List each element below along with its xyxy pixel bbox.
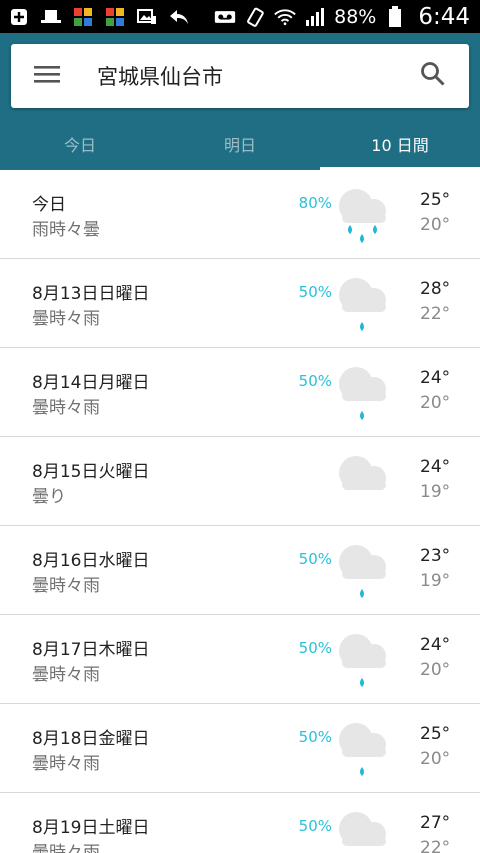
forecast-date: 8月13日日曜日: [32, 284, 150, 304]
app-header: 宮城県仙台市 今日 明日 10 日間: [0, 33, 480, 170]
wifi-icon: [274, 7, 296, 27]
cloud-light-rain-icon: [334, 803, 394, 853]
system-status: 88% 6:44: [214, 4, 470, 30]
image-icon: [136, 7, 158, 27]
app-icon-2: [104, 7, 126, 27]
temp-low: 19°: [420, 482, 451, 502]
forecast-row[interactable]: 8月15日火曜日 曇り 24° 19°: [0, 437, 480, 526]
search-button[interactable]: [397, 44, 469, 108]
cloud-light-rain-icon: [334, 269, 394, 333]
temp-low: 20°: [420, 660, 451, 680]
clock: 6:44: [418, 3, 470, 30]
forecast-condition: 曇時々雨: [32, 843, 100, 853]
forecast-row[interactable]: 8月13日日曜日 曇時々雨 50% 28° 22°: [0, 259, 480, 348]
tab-tomorrow[interactable]: 明日: [160, 117, 320, 170]
search-bar[interactable]: 宮城県仙台市: [11, 44, 469, 108]
forecast-date: 8月19日土曜日: [32, 818, 150, 838]
forecast-condition: 曇時々雨: [32, 665, 100, 685]
battery-icon: [384, 5, 406, 27]
forecast-date: 今日: [32, 195, 66, 215]
precip-chance: 50%: [298, 372, 332, 390]
forecast-date: 8月17日木曜日: [32, 640, 150, 660]
hat-icon: [40, 7, 62, 27]
forecast-date: 8月16日水曜日: [32, 551, 150, 571]
voicemail-icon: [214, 7, 236, 27]
temp-high: 27°: [420, 813, 451, 833]
forecast-row[interactable]: 8月16日水曜日 曇時々雨 50% 23° 19°: [0, 526, 480, 615]
temp-high: 23°: [420, 546, 451, 566]
location-title[interactable]: 宮城県仙台市: [83, 61, 397, 91]
forecast-list: 今日 雨時々曇 80% 25° 20° 8月13日日曜日 曇時々雨 50% 28° 22° 8月14…: [0, 170, 480, 853]
signal-icon: [304, 7, 326, 27]
temp-high: 24°: [420, 635, 451, 655]
forecast-date: 8月18日金曜日: [32, 729, 150, 749]
temp-high: 28°: [420, 279, 451, 299]
precip-chance: 50%: [298, 639, 332, 657]
forecast-row[interactable]: 今日雨時々曇 80% 25° 20°: [0, 170, 480, 259]
temp-low: 22°: [420, 838, 451, 853]
cloud-light-rain-icon: [334, 358, 394, 422]
precip-chance: 50%: [298, 283, 332, 301]
back-arrow-icon: [168, 7, 190, 27]
forecast-row[interactable]: 8月19日土曜日曇時々雨 50% 27° 22°: [0, 793, 480, 853]
forecast-condition: 曇時々雨: [32, 398, 100, 418]
forecast-condition: 曇時々雨: [32, 576, 100, 596]
search-icon: [420, 61, 446, 91]
app-icon-1: [72, 7, 94, 27]
forecast-date: 8月14日月曜日: [32, 373, 150, 393]
temp-low: 20°: [420, 749, 451, 769]
precip-chance: 50%: [298, 728, 332, 746]
menu-icon: [34, 64, 60, 88]
forecast-date: 8月15日火曜日: [32, 462, 150, 482]
notification-icons: [8, 7, 190, 27]
forecast-condition: 曇時々雨: [32, 309, 100, 329]
forecast-row[interactable]: 8月14日月曜日 曇時々雨 50% 24° 20°: [0, 348, 480, 437]
tab-today[interactable]: 今日: [0, 117, 160, 170]
precip-chance: 80%: [298, 194, 332, 212]
cloud-light-rain-icon: [334, 714, 394, 778]
precip-chance: 50%: [298, 817, 332, 835]
tab-10-days[interactable]: 10 日間: [320, 117, 480, 170]
cloud-light-rain-icon: [334, 625, 394, 689]
cloud-icon: [334, 447, 394, 511]
forecast-row[interactable]: 8月18日金曜日 曇時々雨 50% 25° 20°: [0, 704, 480, 793]
temp-high: 25°: [420, 190, 451, 210]
forecast-condition: 雨時々曇: [32, 220, 100, 240]
battery-percent: 88%: [334, 5, 377, 28]
add-icon: [8, 7, 30, 27]
temp-high: 24°: [420, 368, 451, 388]
forecast-row[interactable]: 8月17日木曜日 曇時々雨 50% 24° 20°: [0, 615, 480, 704]
forecast-condition: 曇時々雨: [32, 754, 100, 774]
temp-low: 22°: [420, 304, 451, 324]
rain-cloud-icon: [334, 180, 394, 244]
temp-low: 20°: [420, 393, 451, 413]
vibrate-icon: [244, 7, 266, 27]
precip-chance: 50%: [298, 550, 332, 568]
cloud-light-rain-icon: [334, 536, 394, 600]
tab-bar: 今日 明日 10 日間: [0, 117, 480, 170]
forecast-condition: 曇り: [32, 487, 66, 507]
temp-high: 25°: [420, 724, 451, 744]
temp-low: 19°: [420, 571, 451, 591]
status-bar: 88% 6:44: [0, 0, 480, 33]
temp-low: 20°: [420, 215, 451, 235]
temp-high: 24°: [420, 457, 451, 477]
menu-button[interactable]: [11, 44, 83, 108]
